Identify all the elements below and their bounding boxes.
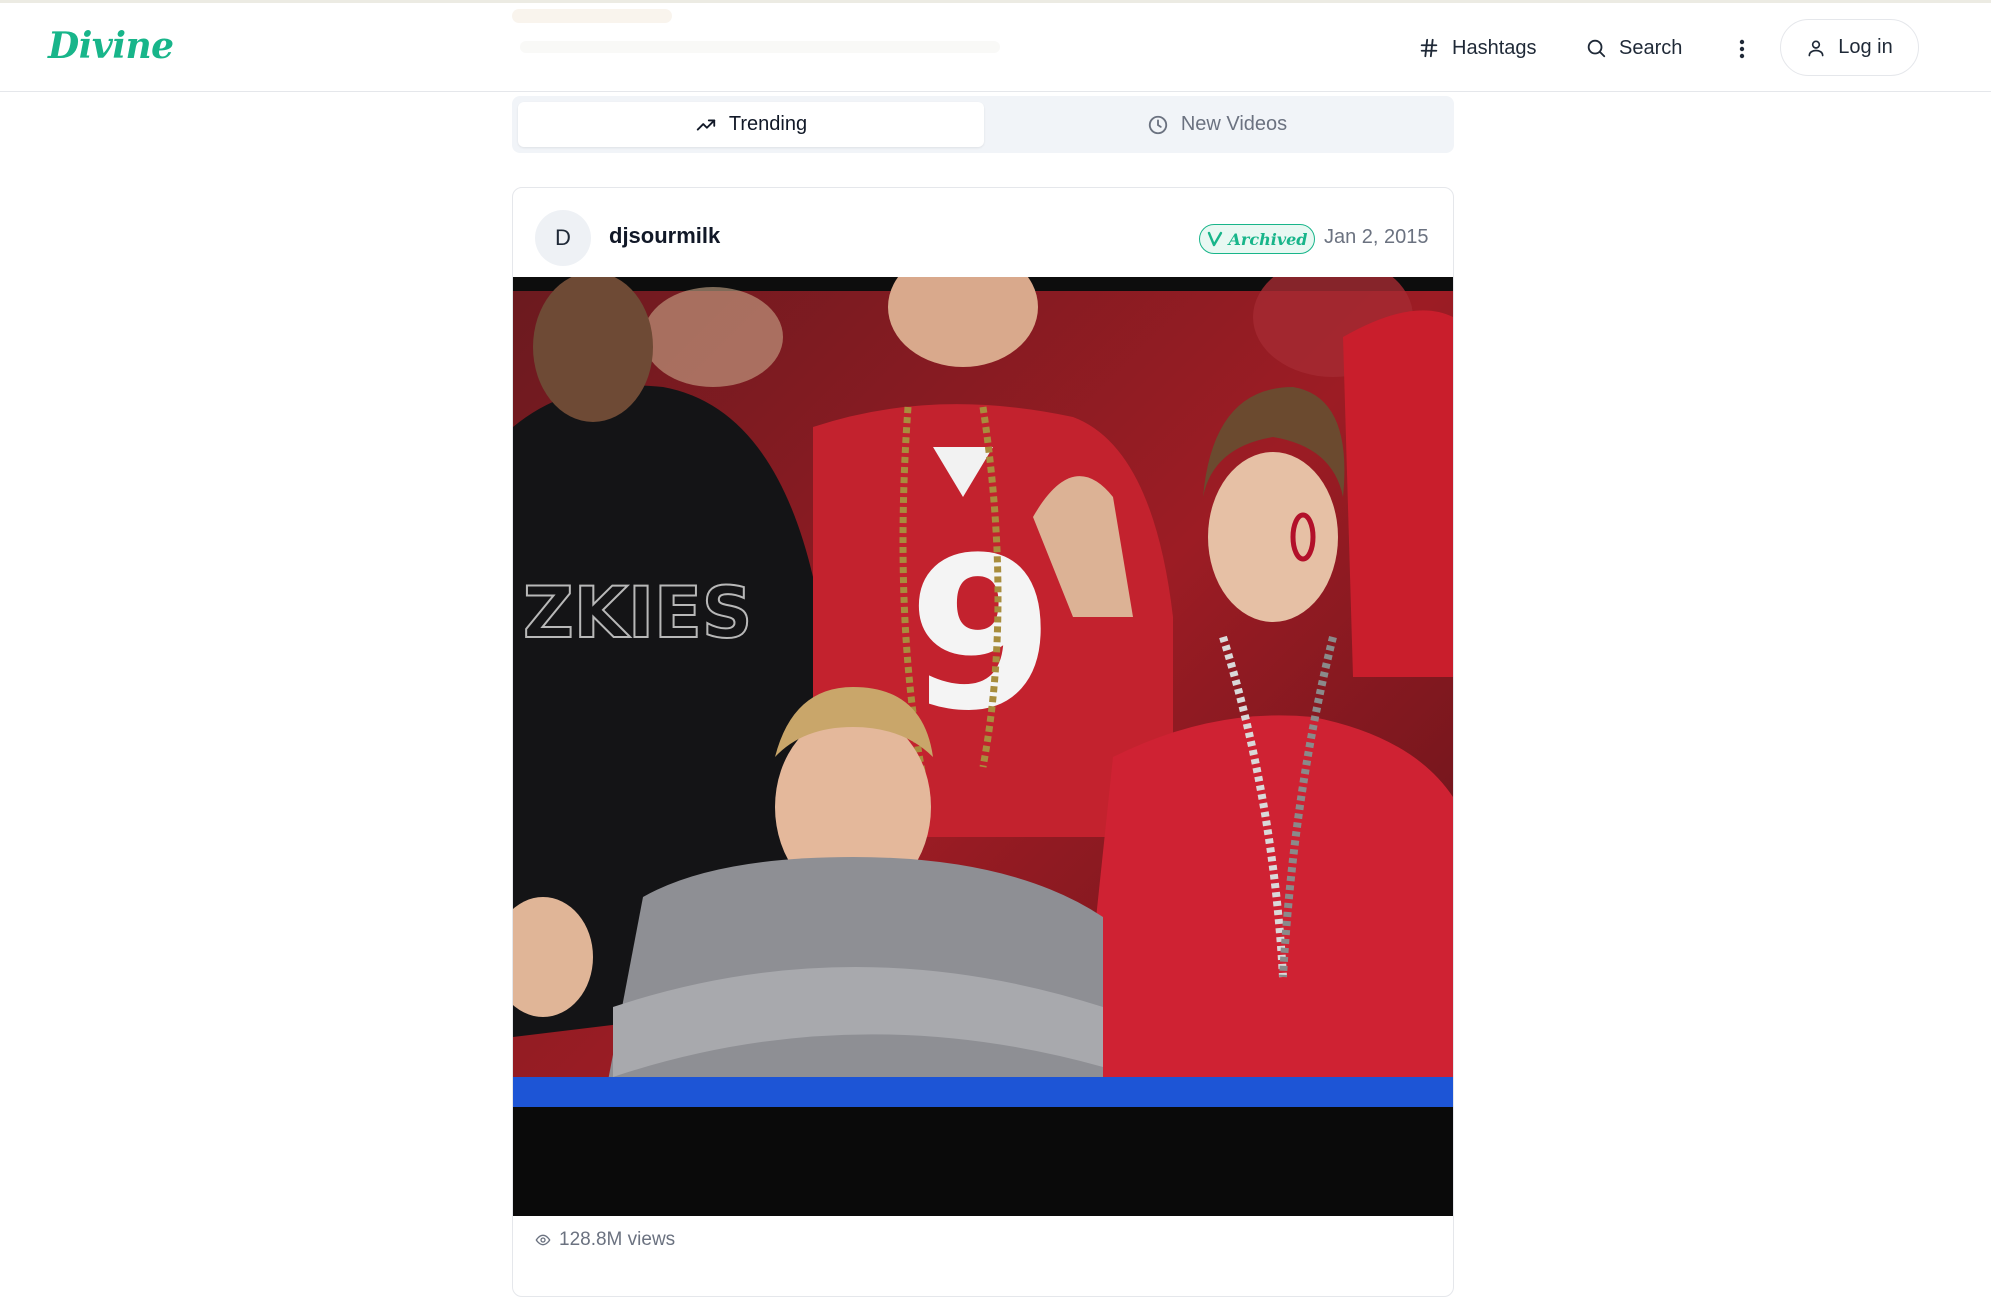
avatar[interactable]: D: [535, 210, 591, 266]
header-shadow: [520, 41, 1000, 53]
vine-v-icon: [1207, 231, 1223, 247]
post-username[interactable]: djsourmilk: [609, 223, 720, 249]
hoodie-graphic: ZKIES: [523, 572, 752, 654]
hashtags-label: Hashtags: [1452, 36, 1537, 59]
hashtags-nav-button[interactable]: Hashtags: [1418, 28, 1537, 68]
archived-badge-label: Archived: [1228, 229, 1308, 249]
divine-logo[interactable]: Divine: [48, 25, 174, 67]
jersey-number: 9: [908, 512, 1054, 757]
login-label: Log in: [1838, 36, 1893, 58]
archived-badge: Archived: [1199, 224, 1315, 254]
post-header: D djsourmilk Archived Jan 2, 2015: [513, 188, 1453, 278]
more-vertical-icon: [1739, 39, 1745, 59]
search-icon: [1585, 37, 1607, 59]
post-date: Jan 2, 2015: [1324, 226, 1429, 248]
tab-new-videos-label: New Videos: [1180, 113, 1288, 135]
tab-trending[interactable]: Trending: [518, 102, 984, 147]
top-header: Divine Hashtags Search Log in: [0, 3, 1991, 92]
video-frame: ZKIES 9: [513, 277, 1453, 1216]
trending-up-icon: [695, 114, 717, 136]
views-count: 128.8M views: [535, 1229, 675, 1251]
tab-new-videos[interactable]: New Videos: [984, 102, 1450, 147]
clock-icon: [1147, 114, 1169, 136]
eye-icon: [535, 1232, 551, 1248]
login-button[interactable]: Log in: [1780, 19, 1919, 76]
search-nav-button[interactable]: Search: [1585, 28, 1682, 68]
views-label: 128.8M views: [559, 1229, 676, 1250]
feed-tabs: Trending New Videos: [512, 96, 1454, 153]
hash-icon: [1418, 37, 1440, 59]
search-label: Search: [1619, 36, 1683, 59]
video-post-card: D djsourmilk Archived Jan 2, 2015 ZKIES …: [512, 187, 1454, 1297]
header-shadow: [512, 9, 672, 23]
video-player[interactable]: ZKIES 9: [513, 277, 1453, 1216]
more-options-button[interactable]: [1728, 31, 1756, 67]
tab-trending-label: Trending: [728, 113, 808, 135]
user-icon: [1806, 38, 1826, 58]
